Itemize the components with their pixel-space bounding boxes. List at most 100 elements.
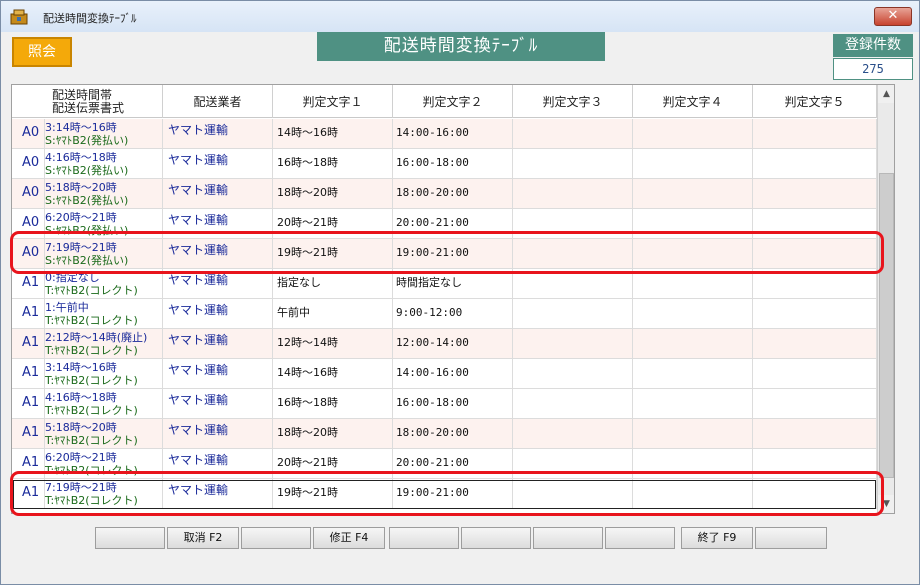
- row-code: A1: [12, 329, 45, 359]
- row-j5: [753, 299, 877, 329]
- row-code: A0: [12, 179, 45, 209]
- row-j3: [513, 269, 633, 299]
- table-row[interactable]: A0 5:18時～20時 S:ﾔﾏﾄB2(発払い) ヤマト運輸 18時～20時 1…: [12, 179, 877, 209]
- row-j5: [753, 329, 877, 359]
- row-slot-cell: 5:18時～20時 T:ﾔﾏﾄB2(コレクト): [45, 419, 163, 449]
- row-carrier: ヤマト運輸: [163, 209, 273, 239]
- row-code: A0: [12, 209, 45, 239]
- row-slot-cell: 1:午前中 T:ﾔﾏﾄB2(コレクト): [45, 299, 163, 329]
- inquiry-button[interactable]: 照会: [12, 37, 72, 67]
- row-j5: [753, 149, 877, 179]
- app-icon: [10, 9, 28, 25]
- column-header-carrier[interactable]: 配送業者: [163, 85, 273, 118]
- row-format: T:ﾔﾏﾄB2(コレクト): [45, 434, 138, 447]
- row-carrier: ヤマト運輸: [163, 389, 273, 419]
- row-j4: [633, 389, 753, 419]
- row-j3: [513, 119, 633, 149]
- row-slot-cell: 4:16時～18時 S:ﾔﾏﾄB2(発払い): [45, 149, 163, 179]
- row-slot: 6:20時～21時: [45, 211, 117, 224]
- row-code: A1: [12, 419, 45, 449]
- table-row[interactable]: A1 5:18時～20時 T:ﾔﾏﾄB2(コレクト) ヤマト運輸 18時～20時 …: [12, 419, 877, 449]
- row-format: S:ﾔﾏﾄB2(発払い): [45, 164, 129, 177]
- row-j5: [753, 269, 877, 299]
- close-icon: ✕: [887, 8, 899, 23]
- column-header-j2[interactable]: 判定文字２: [393, 85, 513, 118]
- row-j4: [633, 419, 753, 449]
- exit-button[interactable]: 終了 F9: [681, 527, 753, 549]
- row-j5: [753, 359, 877, 389]
- table-row[interactable]: A1 6:20時～21時 T:ﾔﾏﾄB2(コレクト) ヤマト運輸 20時～21時 …: [12, 449, 877, 479]
- scroll-down-icon[interactable]: ▼: [878, 495, 894, 513]
- row-carrier: ヤマト運輸: [163, 449, 273, 479]
- column-header-j4[interactable]: 判定文字４: [633, 85, 753, 118]
- scroll-up-icon[interactable]: ▲: [878, 85, 894, 103]
- row-format: T:ﾔﾏﾄB2(コレクト): [45, 314, 138, 327]
- row-j3: [513, 209, 633, 239]
- row-slot: 5:18時～20時: [45, 421, 117, 434]
- row-slot: 5:18時～20時: [45, 181, 117, 194]
- row-j4: [633, 149, 753, 179]
- row-slot: 2:12時～14時(廃止): [45, 331, 148, 344]
- row-carrier: ヤマト運輸: [163, 119, 273, 149]
- function-button-10[interactable]: [755, 527, 827, 549]
- table-row[interactable]: A1 4:16時～18時 T:ﾔﾏﾄB2(コレクト) ヤマト運輸 16時～18時 …: [12, 389, 877, 419]
- row-carrier: ヤマト運輸: [163, 269, 273, 299]
- table-row[interactable]: A1 0:指定なし T:ﾔﾏﾄB2(コレクト) ヤマト運輸 指定なし 時間指定なし: [12, 269, 877, 299]
- app-window: 配送時間変換ﾃｰﾌﾞﾙ ✕ 照会 配送時間変換ﾃｰﾌﾞﾙ 登録件数 275 配送…: [0, 0, 920, 585]
- scroll-thumb[interactable]: [879, 173, 894, 478]
- function-button-6[interactable]: [461, 527, 531, 549]
- row-code: A1: [12, 299, 45, 329]
- row-format: S:ﾔﾏﾄB2(発払い): [45, 254, 129, 267]
- row-slot-cell: 5:18時～20時 S:ﾔﾏﾄB2(発払い): [45, 179, 163, 209]
- row-j5: [753, 209, 877, 239]
- row-j2: 時間指定なし: [393, 269, 513, 299]
- column-header-j3[interactable]: 判定文字３: [513, 85, 633, 118]
- row-j4: [633, 329, 753, 359]
- row-j2: 19:00-21:00: [393, 239, 513, 269]
- table-row[interactable]: A0 3:14時～16時 S:ﾔﾏﾄB2(発払い) ヤマト運輸 14時～16時 1…: [12, 119, 877, 149]
- column-header-slot[interactable]: 配送時間帯 配送伝票書式: [12, 85, 163, 118]
- row-slot-cell: 3:14時～16時 S:ﾔﾏﾄB2(発払い): [45, 119, 163, 149]
- window-title: 配送時間変換ﾃｰﾌﾞﾙ: [43, 12, 137, 25]
- close-button[interactable]: ✕: [874, 7, 912, 26]
- row-slot-cell: 6:20時～21時 T:ﾔﾏﾄB2(コレクト): [45, 449, 163, 479]
- table-row[interactable]: A1 3:14時～16時 T:ﾔﾏﾄB2(コレクト) ヤマト運輸 14時～16時 …: [12, 359, 877, 389]
- function-button-5[interactable]: [389, 527, 459, 549]
- row-j4: [633, 179, 753, 209]
- table-row[interactable]: A0 6:20時～21時 S:ﾔﾏﾄB2(発払い) ヤマト運輸 20時～21時 2…: [12, 209, 877, 239]
- table-row[interactable]: A1 1:午前中 T:ﾔﾏﾄB2(コレクト) ヤマト運輸 午前中 9:00-12:…: [12, 299, 877, 329]
- column-header-slot-line1: 配送時間帯: [52, 87, 113, 102]
- selected-row-outline: [13, 480, 876, 509]
- row-j1: 16時～18時: [273, 149, 393, 179]
- row-carrier: ヤマト運輸: [163, 359, 273, 389]
- function-button-8[interactable]: [605, 527, 675, 549]
- column-header-j1[interactable]: 判定文字１: [273, 85, 393, 118]
- vertical-scrollbar[interactable]: ▲ ▼: [877, 85, 894, 513]
- cancel-button[interactable]: 取消 F2: [167, 527, 239, 549]
- row-j1: 20時～21時: [273, 209, 393, 239]
- row-code: A0: [12, 119, 45, 149]
- row-carrier: ヤマト運輸: [163, 149, 273, 179]
- row-carrier: ヤマト運輸: [163, 329, 273, 359]
- table-row[interactable]: A1 2:12時～14時(廃止) T:ﾔﾏﾄB2(コレクト) ヤマト運輸 12時～…: [12, 329, 877, 359]
- row-j5: [753, 389, 877, 419]
- grid-header: 配送時間帯 配送伝票書式 配送業者 判定文字１ 判定文字２ 判定文字３ 判定文字…: [12, 85, 877, 118]
- modify-button[interactable]: 修正 F4: [313, 527, 385, 549]
- row-j2: 16:00-18:00: [393, 149, 513, 179]
- row-j4: [633, 449, 753, 479]
- row-slot: 0:指定なし: [45, 271, 100, 284]
- row-j2: 20:00-21:00: [393, 449, 513, 479]
- table-row[interactable]: A0 7:19時～21時 S:ﾔﾏﾄB2(発払い) ヤマト運輸 19時～21時 1…: [12, 239, 877, 269]
- table-row[interactable]: A0 4:16時～18時 S:ﾔﾏﾄB2(発払い) ヤマト運輸 16時～18時 1…: [12, 149, 877, 179]
- column-header-j5[interactable]: 判定文字５: [753, 85, 877, 118]
- row-slot: 1:午前中: [45, 301, 89, 314]
- row-j3: [513, 149, 633, 179]
- row-slot: 4:16時～18時: [45, 151, 117, 164]
- function-button-3[interactable]: [241, 527, 311, 549]
- row-slot-cell: 6:20時～21時 S:ﾔﾏﾄB2(発払い): [45, 209, 163, 239]
- function-button-7[interactable]: [533, 527, 603, 549]
- row-j1: 18時～20時: [273, 179, 393, 209]
- function-button-1[interactable]: [95, 527, 165, 549]
- data-grid[interactable]: 配送時間帯 配送伝票書式 配送業者 判定文字１ 判定文字２ 判定文字３ 判定文字…: [11, 84, 895, 514]
- row-j4: [633, 209, 753, 239]
